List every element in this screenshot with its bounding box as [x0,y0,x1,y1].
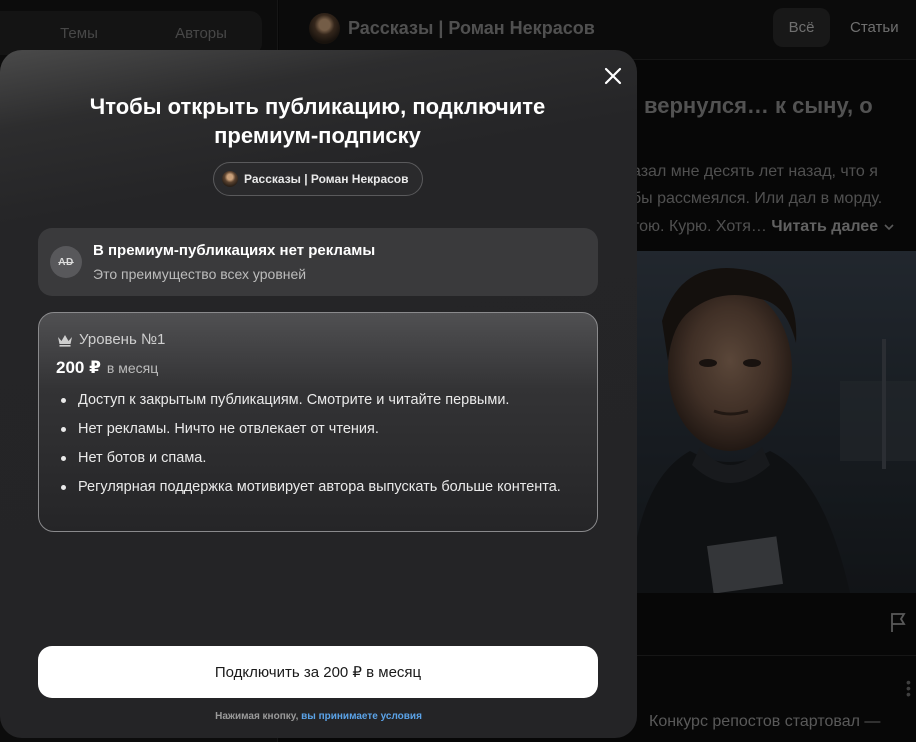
author-name: Рассказы | Роман Некрасов [244,172,409,186]
subscribe-button[interactable]: Подключить за 200 ₽ в месяц [38,646,598,698]
benefit-item: Нет рекламы. Ничто не отвлекает от чтени… [59,420,579,439]
benefits-list: Доступ к закрытым публикациям. Смотрите … [59,391,579,507]
tier-card[interactable]: Уровень №1 200 ₽ в месяц Доступ к закрыт… [38,312,598,532]
no-ads-subtitle: Это преимущество всех уровней [93,266,307,282]
modal-title: Чтобы открыть публикацию, подключите пре… [89,94,546,148]
crown-icon [58,334,72,347]
no-ads-card: AD В премиум-публикациях нет рекламы Это… [38,228,598,296]
benefit-item: Доступ к закрытым публикациям. Смотрите … [59,391,579,410]
terms-prefix: Нажимая кнопку, [215,711,299,722]
close-button[interactable] [600,63,626,89]
tier-period: в месяц [106,360,159,376]
author-chip[interactable]: Рассказы | Роман Некрасов [213,162,423,196]
tier-header: Уровень №1 [57,331,165,348]
tier-price: 200 ₽ [56,358,101,377]
tier-price-row: 200 ₽ в месяц [56,358,158,378]
no-ads-icon-label: AD [58,256,74,268]
terms-link[interactable]: вы принимаете условия [301,711,422,722]
benefit-item: Нет ботов и спама. [59,449,579,468]
premium-modal: Чтобы открыть публикацию, подключите пре… [0,50,637,738]
no-ads-title: В премиум-публикациях нет рекламы [93,242,376,259]
author-avatar [222,171,238,187]
terms-note: Нажимая кнопку, вы принимаете условия [0,711,637,722]
no-ads-icon: AD [50,246,82,278]
tier-name: Уровень №1 [79,331,166,348]
benefit-item: Регулярная поддержка мотивирует автора в… [59,478,579,497]
close-icon [604,67,622,85]
